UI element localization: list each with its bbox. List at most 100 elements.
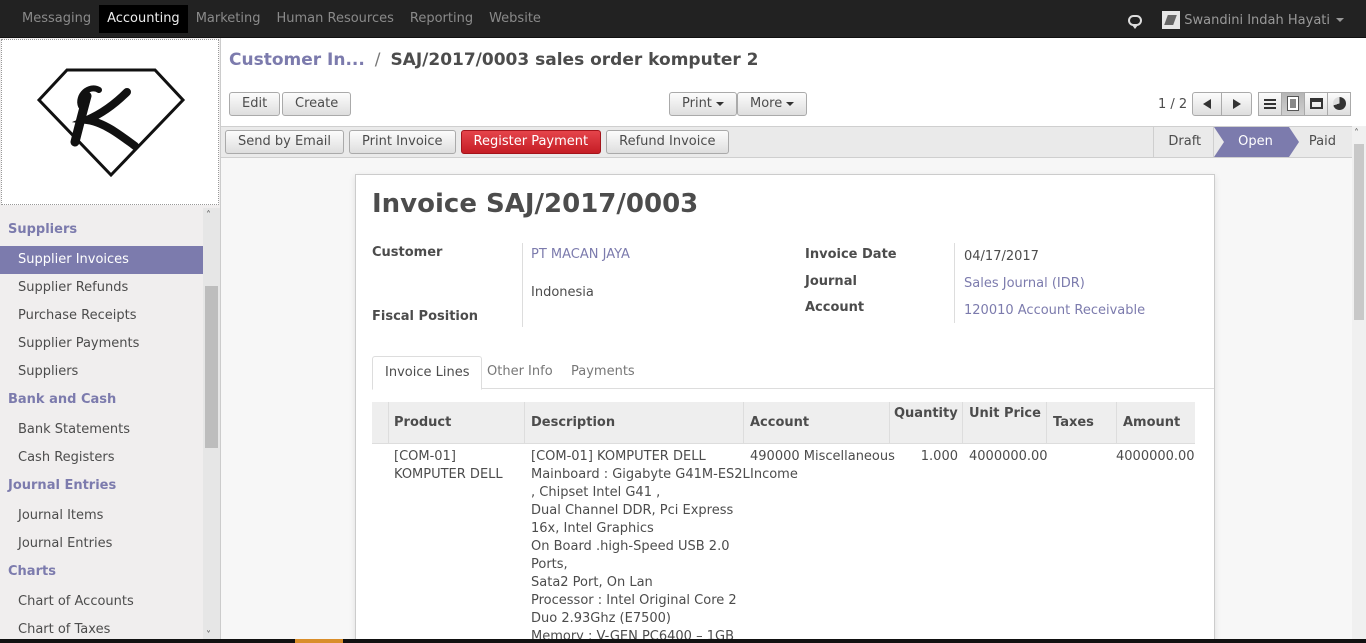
pager-previous-button[interactable] xyxy=(1192,92,1222,116)
quantity-cell: 1.000 xyxy=(920,449,958,464)
pager-nav xyxy=(1192,92,1252,116)
view-switcher xyxy=(1258,92,1351,116)
column-separator xyxy=(388,402,389,444)
sidebar-item-suppliers[interactable]: Suppliers xyxy=(0,358,203,386)
control-panel: Customer In... / SAJ/2017/0003 sales ord… xyxy=(221,38,1366,126)
breadcrumb-current: SAJ/2017/0003 sales order komputer 2 xyxy=(390,50,759,70)
description-line: Processor : Intel Original Core 2 xyxy=(531,593,737,608)
fiscal-position-label: Fiscal Position xyxy=(372,309,479,324)
company-logo-box[interactable] xyxy=(1,39,219,205)
customer-link[interactable]: PT MACAN JAYA xyxy=(531,247,630,262)
sidebar-scroll-thumb[interactable] xyxy=(205,286,218,448)
section-journal-entries: Journal Entries xyxy=(8,478,117,493)
tab-invoice-lines[interactable]: Invoice Lines xyxy=(372,356,483,390)
sidebar-item-bank-statements[interactable]: Bank Statements xyxy=(0,416,203,444)
edit-button[interactable]: Edit xyxy=(229,92,281,116)
sidebar-scrollbar[interactable]: ˄ ˅ xyxy=(203,208,220,643)
description-line: Ports, xyxy=(531,557,568,572)
menu-messaging[interactable]: Messaging xyxy=(14,5,99,33)
column-description[interactable]: Description xyxy=(531,415,615,430)
account-label: Account xyxy=(805,300,865,315)
sidebar: Suppliers Supplier Invoices Supplier Ref… xyxy=(0,38,221,643)
account-link[interactable]: 120010 Account Receivable xyxy=(964,303,1145,318)
sidebar-item-journal-items[interactable]: Journal Items xyxy=(0,502,203,530)
scroll-up-icon[interactable]: ˄ xyxy=(206,210,211,221)
column-amount[interactable]: Amount xyxy=(1123,415,1180,430)
sidebar-item-supplier-invoices[interactable]: Supplier Invoices xyxy=(0,246,203,274)
more-label: More xyxy=(750,96,783,111)
tab-other-info[interactable]: Other Info xyxy=(475,356,565,390)
section-bank-and-cash: Bank and Cash xyxy=(8,392,117,407)
field-separator xyxy=(522,243,523,327)
column-account[interactable]: Account xyxy=(750,415,809,430)
chat-icon[interactable] xyxy=(1128,14,1143,29)
pager-next-button[interactable] xyxy=(1222,92,1252,116)
graph-view-button[interactable] xyxy=(1327,92,1351,116)
section-charts: Charts xyxy=(8,564,56,579)
top-menu-bar: Messaging Accounting Marketing Human Res… xyxy=(0,0,1366,38)
taskbar-item[interactable] xyxy=(295,639,343,643)
column-separator xyxy=(524,402,525,444)
user-area: Swandini Indah Hayati xyxy=(1128,11,1344,29)
state-draft: Draft xyxy=(1153,127,1213,157)
journal-link[interactable]: Sales Journal (IDR) xyxy=(964,276,1085,291)
main-scrollbar[interactable]: ˄ xyxy=(1352,126,1366,643)
register-payment-button[interactable]: Register Payment xyxy=(460,130,602,154)
menu-website[interactable]: Website xyxy=(481,5,549,33)
invoice-tabs: Invoice Lines Other Info Payments xyxy=(372,356,1214,390)
menu-human-resources[interactable]: Human Resources xyxy=(268,5,401,33)
description-line: Sata2 Port, On Lan xyxy=(531,575,653,590)
sidebar-item-cash-registers[interactable]: Cash Registers xyxy=(0,444,203,472)
taskbar-strip xyxy=(0,639,1366,643)
user-name[interactable]: Swandini Indah Hayati xyxy=(1184,13,1330,28)
send-by-email-button[interactable]: Send by Email xyxy=(225,130,345,154)
chevron-down-icon xyxy=(786,101,795,106)
menu-accounting[interactable]: Accounting xyxy=(99,5,188,33)
invoice-sheet: Invoice SAJ/2017/0003 Customer PT MACAN … xyxy=(355,174,1215,643)
sidebar-item-journal-entries[interactable]: Journal Entries xyxy=(0,530,203,558)
sidebar-item-chart-of-accounts[interactable]: Chart of Accounts xyxy=(0,588,203,616)
description-line: Duo 2.93Ghz (E7500) xyxy=(531,611,671,626)
unit-price-cell: 4000000.00 xyxy=(969,449,1048,464)
print-dropdown-button[interactable]: Print xyxy=(669,92,737,116)
menu-marketing[interactable]: Marketing xyxy=(188,5,269,33)
create-button[interactable]: Create xyxy=(282,92,352,116)
pager-value[interactable]: 1 / 2 xyxy=(1158,97,1187,112)
column-unit-price[interactable]: Unit Price xyxy=(969,406,1041,421)
description-line: , Chipset Intel G41 , xyxy=(531,485,661,500)
sidebar-item-supplier-refunds[interactable]: Supplier Refunds xyxy=(0,274,203,302)
user-avatar[interactable] xyxy=(1162,11,1181,29)
main-scroll-thumb[interactable] xyxy=(1354,144,1364,320)
column-separator xyxy=(1046,402,1047,444)
sidebar-item-supplier-payments[interactable]: Supplier Payments xyxy=(0,330,203,358)
chevron-down-icon[interactable] xyxy=(1336,18,1344,22)
state-open: Open xyxy=(1213,127,1299,157)
field-separator xyxy=(954,243,955,323)
calendar-view-button[interactable] xyxy=(1304,92,1328,116)
column-product[interactable]: Product xyxy=(394,415,451,430)
menu-reporting[interactable]: Reporting xyxy=(402,5,481,33)
column-taxes[interactable]: Taxes xyxy=(1053,415,1094,430)
more-dropdown-button[interactable]: More xyxy=(737,92,808,116)
product-name: KOMPUTER DELL xyxy=(394,467,503,482)
print-invoice-button[interactable]: Print Invoice xyxy=(349,130,456,154)
refund-invoice-button[interactable]: Refund Invoice xyxy=(606,130,729,154)
column-quantity[interactable]: Quantity xyxy=(894,406,958,421)
journal-label: Journal xyxy=(805,274,857,289)
form-statusbar: Send by Email Print Invoice Register Pay… xyxy=(221,126,1352,158)
invoice-date-value: 04/17/2017 xyxy=(964,249,1039,264)
customer-label: Customer xyxy=(372,245,443,260)
form-view-button[interactable] xyxy=(1281,92,1305,116)
list-view-button[interactable] xyxy=(1258,92,1282,116)
scroll-up-icon[interactable]: ˄ xyxy=(1354,128,1359,139)
sidebar-item-purchase-receipts[interactable]: Purchase Receipts xyxy=(0,302,203,330)
chevron-down-icon xyxy=(715,101,724,106)
section-suppliers: Suppliers xyxy=(8,222,78,237)
account-line: 490000 Miscellaneous xyxy=(750,449,895,464)
status-steps: Draft Open Paid xyxy=(1153,127,1352,157)
main-content: Customer In... / SAJ/2017/0003 sales ord… xyxy=(221,38,1366,643)
column-separator xyxy=(889,402,890,444)
breadcrumb-parent[interactable]: Customer In... xyxy=(229,50,365,70)
invoice-lines-header: Product Description Account Quantity Uni… xyxy=(372,402,1195,444)
tab-payments[interactable]: Payments xyxy=(559,356,647,390)
